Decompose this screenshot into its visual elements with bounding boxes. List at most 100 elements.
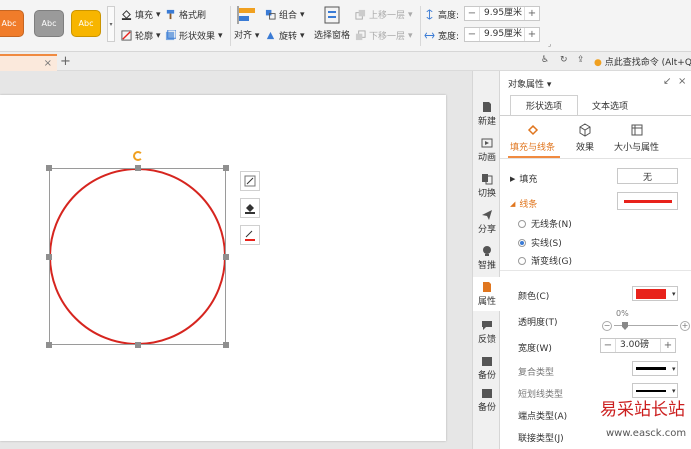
compound-type-select[interactable]: ▾ bbox=[632, 361, 678, 376]
rail-item-backup[interactable]: 备份 bbox=[473, 355, 501, 381]
solid-line-radio[interactable]: 实线(S) bbox=[518, 236, 562, 249]
panel-title[interactable]: 对象属性 ▾ bbox=[508, 77, 551, 90]
rail-item-new[interactable]: 新建 bbox=[473, 101, 501, 127]
fill-value-select[interactable]: 无 bbox=[617, 168, 678, 184]
height-input[interactable]: 9.95厘米 bbox=[479, 7, 525, 20]
resize-handle[interactable] bbox=[135, 342, 141, 348]
line-width-stepper[interactable]: − 3.00磅 + bbox=[600, 338, 676, 353]
ribbon-divider bbox=[230, 6, 231, 46]
slider-knob[interactable] bbox=[622, 322, 628, 330]
subtab-label: 大小与属性 bbox=[614, 143, 660, 153]
height-label-group: 高度: bbox=[424, 8, 459, 21]
selection-box bbox=[49, 168, 226, 345]
close-icon[interactable]: × bbox=[44, 58, 52, 69]
subtab-effect[interactable]: 效果 bbox=[576, 123, 594, 153]
tab-text-options[interactable]: 文本选项 bbox=[582, 95, 638, 115]
shape-style-orange-button[interactable]: Abc bbox=[0, 10, 24, 37]
transparency-value: 0% bbox=[616, 309, 629, 318]
shape-effect-label: 形状效果 bbox=[179, 32, 216, 42]
group-button[interactable]: 组合 ▾ bbox=[265, 8, 305, 21]
fill-label: 填充 bbox=[135, 11, 154, 21]
line-sample bbox=[636, 389, 666, 392]
resize-handle[interactable] bbox=[46, 342, 52, 348]
rail-label: 智推 bbox=[477, 261, 496, 271]
send-backward-button[interactable]: 下移一层 ▾ bbox=[355, 29, 413, 42]
resize-handle[interactable] bbox=[223, 342, 229, 348]
color-label: 颜色(C) bbox=[518, 292, 550, 302]
subtab-size-property[interactable]: 大小与属性 bbox=[614, 123, 659, 153]
pen-outline-icon bbox=[245, 230, 255, 241]
group-icon bbox=[265, 9, 276, 20]
rail-item-smart-recommend[interactable]: 智推 bbox=[473, 245, 501, 271]
rail-item-backup[interactable]: 备份 bbox=[473, 387, 501, 413]
width-decrement-button[interactable]: − bbox=[465, 29, 479, 40]
bring-forward-button[interactable]: 上移一层 ▾ bbox=[355, 8, 413, 21]
panel-divider bbox=[500, 270, 691, 271]
selection-pane-button[interactable]: 选择窗格 bbox=[314, 5, 350, 41]
shape-style-gray-button[interactable]: Abc bbox=[34, 10, 64, 37]
slider-plus-icon[interactable]: + bbox=[680, 321, 690, 331]
height-increment-button[interactable]: + bbox=[525, 8, 539, 19]
resize-handle[interactable] bbox=[223, 254, 229, 260]
resize-handle[interactable] bbox=[135, 165, 141, 171]
width-increment-button[interactable]: + bbox=[525, 29, 539, 40]
line-width-decrement-button[interactable]: − bbox=[601, 340, 615, 351]
bring-forward-label: 上移一层 bbox=[369, 11, 406, 21]
resize-handle[interactable] bbox=[46, 165, 52, 171]
group-label: 组合 bbox=[279, 11, 298, 21]
format-brush-label: 格式刷 bbox=[179, 11, 207, 21]
subtab-fill-line[interactable]: 填充与线条 bbox=[510, 123, 555, 153]
collapse-panel-icon[interactable]: ↙ bbox=[663, 76, 671, 87]
quick-fill-button[interactable] bbox=[240, 198, 260, 218]
height-stepper[interactable]: − 9.95厘米 + bbox=[464, 6, 540, 21]
slider-minus-icon[interactable]: − bbox=[602, 321, 612, 331]
radio-label: 无线条(N) bbox=[531, 220, 572, 230]
line-width-increment-button[interactable]: + bbox=[661, 340, 675, 351]
line-width-input[interactable]: 3.00磅 bbox=[615, 339, 661, 352]
resize-handle[interactable] bbox=[223, 165, 229, 171]
style-gallery-more-button[interactable]: ▾ bbox=[107, 6, 115, 42]
align-button[interactable]: 对齐 ▾ bbox=[234, 5, 259, 41]
sync-icon[interactable]: ↻ bbox=[560, 55, 568, 65]
circle-shape[interactable] bbox=[46, 151, 229, 348]
rail-item-property[interactable]: 属性 bbox=[473, 277, 501, 311]
backup-icon bbox=[482, 389, 492, 398]
height-decrement-button[interactable]: − bbox=[465, 8, 479, 19]
fill-button[interactable]: 填充 ▾ bbox=[121, 8, 161, 21]
rail-item-share[interactable]: 分享 bbox=[473, 209, 501, 235]
triangle-down-icon: ◢ bbox=[510, 199, 516, 208]
chevron-down-icon: ▾ bbox=[300, 30, 305, 41]
format-brush-button[interactable]: 格式刷 bbox=[165, 8, 206, 21]
gradient-line-radio[interactable]: 渐变线(G) bbox=[518, 254, 572, 267]
rotate-handle[interactable] bbox=[133, 151, 143, 161]
outline-label: 轮廓 bbox=[135, 32, 154, 42]
quick-edit-button[interactable] bbox=[240, 171, 260, 191]
find-command-search[interactable]: ● 点此查找命令 (Alt+Q) bbox=[594, 55, 691, 68]
tab-shape-options[interactable]: 形状选项 bbox=[510, 95, 578, 115]
accessibility-icon[interactable]: ♿ bbox=[541, 55, 549, 65]
rail-label: 新建 bbox=[477, 117, 496, 127]
line-section-toggle[interactable]: ◢ 线条 bbox=[510, 197, 537, 211]
fill-section-toggle[interactable]: ▶ 填充 bbox=[510, 172, 538, 186]
quick-outline-button[interactable] bbox=[240, 225, 260, 245]
width-stepper[interactable]: − 9.95厘米 + bbox=[464, 27, 540, 42]
document-tab[interactable]: × bbox=[0, 54, 57, 71]
shape-effect-button[interactable]: 形状效果 ▾ bbox=[165, 29, 223, 42]
no-line-radio[interactable]: 无线条(N) bbox=[518, 217, 572, 230]
rail-item-animation[interactable]: 动画 bbox=[473, 137, 501, 163]
line-color-picker[interactable]: ▾ bbox=[632, 286, 678, 301]
resize-handle[interactable] bbox=[46, 254, 52, 260]
dialog-launcher-icon[interactable]: ⌟ bbox=[548, 40, 551, 48]
width-input[interactable]: 9.95厘米 bbox=[479, 28, 525, 41]
line-preset-select[interactable] bbox=[617, 192, 678, 210]
new-tab-button[interactable]: + bbox=[60, 54, 71, 69]
rotate-button[interactable]: 旋转 ▾ bbox=[265, 29, 305, 42]
shape-style-yellow-button[interactable]: Abc bbox=[71, 10, 101, 37]
rail-item-transition[interactable]: 切换 bbox=[473, 173, 501, 199]
close-icon[interactable]: × bbox=[678, 76, 686, 87]
rail-item-feedback[interactable]: 反馈 bbox=[473, 319, 501, 345]
fill-section-label: 填充 bbox=[519, 175, 538, 185]
share-icon[interactable]: ⇪ bbox=[577, 55, 585, 65]
outline-button[interactable]: 轮廓 ▾ bbox=[121, 29, 161, 42]
transparency-slider[interactable]: − + bbox=[602, 321, 690, 331]
